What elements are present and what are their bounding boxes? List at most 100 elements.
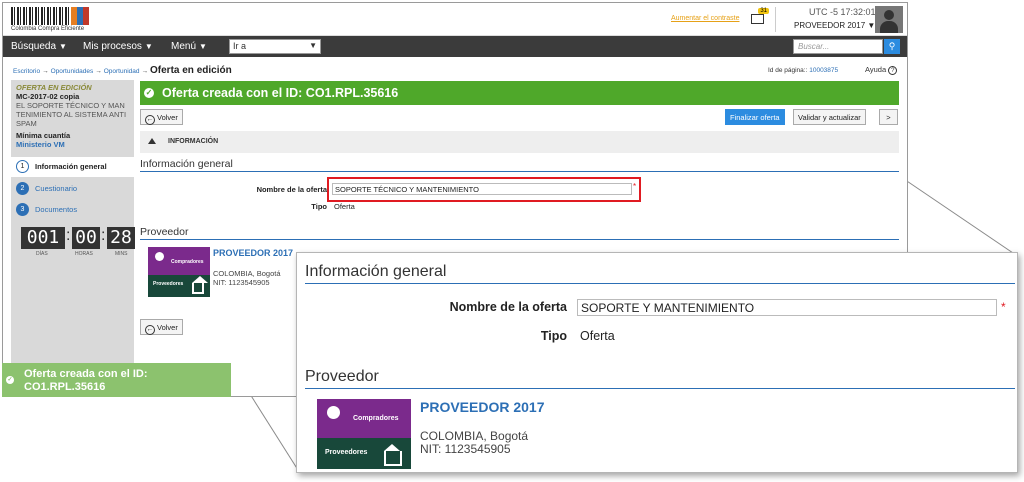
zoom-general-info-heading: Información general bbox=[305, 263, 1015, 284]
zoom-provider-logo: Compradores Proveedores bbox=[317, 399, 411, 469]
finalize-offer-button[interactable]: Finalizar oferta bbox=[725, 109, 785, 125]
step-documentos[interactable]: 3 Documentos bbox=[11, 200, 134, 220]
timer-mins: 28 bbox=[107, 227, 135, 249]
process-code: MC-2017-02 copia bbox=[16, 92, 80, 101]
main-navbar: Búsqueda ▼ Mis procesos ▼ Menú ▼ Ir a ▼ Busc… bbox=[3, 36, 907, 57]
process-description: EL SOPORTE TÉCNICO Y MAN TENIMIENTO AL S… bbox=[16, 101, 127, 128]
provider-logo: Compradores Proveedores bbox=[148, 247, 210, 297]
breadcrumb-escritorio[interactable]: Escritorio bbox=[13, 68, 40, 75]
top-header: Colombia Compra Eficiente Aumentar el co… bbox=[3, 3, 907, 36]
increase-contrast-link[interactable]: Aumentar el contraste bbox=[671, 15, 739, 22]
nav-menu[interactable]: Menú ▼ bbox=[171, 41, 207, 52]
process-entity[interactable]: Ministerio VM bbox=[11, 140, 134, 149]
page-title: Oferta en edición bbox=[150, 65, 232, 76]
provider-heading: Proveedor bbox=[140, 226, 899, 240]
zoom-provider-name[interactable]: PROVEEDOR 2017 bbox=[420, 399, 545, 415]
person-icon bbox=[155, 252, 164, 261]
process-modality: Mínima cuantía bbox=[16, 131, 71, 140]
chevron-down-icon: ▼ bbox=[59, 42, 67, 51]
page-id: Id de página:: 10003875 bbox=[768, 67, 838, 74]
timer-separator: : bbox=[101, 227, 106, 244]
colombia-compra-logo[interactable]: Colombia Compra Eficiente bbox=[11, 7, 93, 33]
step-label: Cuestionario bbox=[35, 184, 78, 193]
person-icon bbox=[327, 406, 340, 419]
zoom-provider-heading: Proveedor bbox=[305, 368, 1015, 389]
timer-separator: : bbox=[66, 227, 71, 244]
success-banner: ✓ Oferta creada con el ID: CO1.RPL.35616 bbox=[140, 81, 899, 105]
house-icon bbox=[192, 276, 208, 294]
zoom-offer-name-label: Nombre de la oferta bbox=[449, 300, 567, 314]
timer-hours-label: HORAS bbox=[75, 251, 93, 257]
clock-time: 17:32:01 bbox=[840, 7, 876, 17]
logo-suppliers-text: Proveedores bbox=[153, 281, 184, 287]
zoom-required-mark: * bbox=[1001, 300, 1006, 314]
nav-busqueda[interactable]: Búsqueda ▼ bbox=[11, 41, 67, 52]
chevron-down-icon: ▼ bbox=[144, 42, 153, 51]
arrow-left-icon: ← bbox=[145, 325, 155, 335]
offer-status: OFERTA EN EDICIÓN bbox=[16, 83, 92, 92]
breadcrumb: Escritorio → Oportunidades → Oportunidad → Ofe… bbox=[13, 65, 232, 76]
house-icon bbox=[384, 444, 402, 466]
back-button-bottom[interactable]: ← Volver bbox=[140, 319, 183, 335]
timer-days-label: DÍAS bbox=[36, 251, 48, 257]
mail-count-badge: 31 bbox=[758, 8, 769, 14]
color-block-icon bbox=[71, 7, 89, 25]
step-number: 3 bbox=[16, 203, 29, 216]
validate-update-button[interactable]: Validar y actualizar bbox=[793, 109, 866, 125]
section-header-label: INFORMACIÓN bbox=[168, 138, 219, 145]
information-section-header[interactable]: INFORMACIÓN bbox=[140, 131, 899, 153]
step-label: Documentos bbox=[35, 205, 78, 214]
goto-select[interactable]: Ir a ▼ bbox=[229, 39, 321, 54]
offer-name-label: Nombre de la oferta bbox=[256, 185, 327, 194]
countdown-timer: 001 : 00 : 28 DÍAS HORAS MINS bbox=[16, 227, 135, 261]
search-input[interactable]: Buscar... bbox=[793, 39, 883, 54]
highlight-box bbox=[327, 177, 641, 202]
zoom-type-value: Oferta bbox=[580, 329, 615, 343]
toast-line-1: Oferta creada con el ID: bbox=[24, 368, 148, 380]
zoom-provider-location: COLOMBIA, Bogotá bbox=[420, 429, 529, 443]
page-id-value: 10003875 bbox=[809, 67, 839, 74]
general-info-heading: Información general bbox=[140, 158, 899, 172]
logo-suppliers-text: Proveedores bbox=[325, 449, 368, 456]
step-label: Información general bbox=[35, 162, 107, 171]
zoom-type-label: Tipo bbox=[540, 329, 567, 343]
user-menu[interactable]: PROVEEDOR 2017 ▼ bbox=[794, 21, 875, 30]
mail-icon[interactable]: 31 bbox=[751, 8, 769, 24]
breadcrumb-oportunidades[interactable]: Oportunidades bbox=[51, 68, 94, 75]
nav-mis-procesos[interactable]: Mis procesos ▼ bbox=[83, 41, 153, 52]
type-value: Oferta bbox=[334, 202, 355, 211]
check-icon: ✓ bbox=[6, 376, 14, 384]
toast-line-2: CO1.RPL.35616 bbox=[24, 381, 106, 393]
avatar[interactable] bbox=[875, 6, 903, 33]
banner-text: Oferta creada con el ID: CO1.RPL.35616 bbox=[162, 86, 399, 100]
timer-mins-label: MINS bbox=[115, 251, 128, 257]
user-name: PROVEEDOR 2017 bbox=[794, 21, 866, 30]
screenshot-stage: Colombia Compra Eficiente Aumentar el co… bbox=[0, 0, 1024, 482]
step-cuestionario[interactable]: 2 Cuestionario bbox=[11, 179, 134, 199]
provider-location: COLOMBIA, Bogotá bbox=[213, 269, 281, 278]
zoom-callout: Información general Nombre de la oferta … bbox=[296, 252, 1018, 473]
next-button[interactable]: > bbox=[879, 109, 898, 125]
success-toast: ✓ Oferta creada con el ID: CO1.RPL.35616 bbox=[2, 363, 231, 397]
help-link[interactable]: Ayuda ? bbox=[865, 65, 898, 75]
collapse-icon bbox=[148, 138, 156, 144]
zoom-offer-name-input[interactable]: SOPORTE Y MANTENIMIENTO bbox=[577, 299, 997, 316]
chevron-down-icon: ▼ bbox=[309, 41, 317, 50]
breadcrumb-oportunidad[interactable]: Oportunidad bbox=[104, 68, 140, 75]
provider-nit: NIT: 1123545905 bbox=[213, 278, 270, 287]
step-number: 1 bbox=[16, 160, 29, 173]
logo-buyers-text: Compradores bbox=[353, 415, 399, 422]
barcode-icon bbox=[11, 7, 71, 25]
toast-text: Oferta creada con el ID: CO1.RPL.35616 bbox=[24, 368, 148, 394]
page-id-label: Id de página:: bbox=[768, 67, 808, 74]
provider-name[interactable]: PROVEEDOR 2017 bbox=[213, 248, 293, 258]
zoom-provider-nit: NIT: 1123545905 bbox=[420, 442, 511, 456]
arrow-left-icon: ← bbox=[145, 115, 155, 125]
timer-days: 001 bbox=[21, 227, 65, 249]
clock: UTC -5 17:32:01 bbox=[809, 7, 876, 17]
back-button[interactable]: ← Volver bbox=[140, 109, 183, 125]
step-informacion-general[interactable]: 1 Información general bbox=[11, 157, 134, 177]
utc-label: UTC -5 bbox=[809, 7, 838, 17]
header-divider bbox=[775, 7, 776, 32]
search-icon[interactable]: ⚲ bbox=[884, 39, 900, 54]
